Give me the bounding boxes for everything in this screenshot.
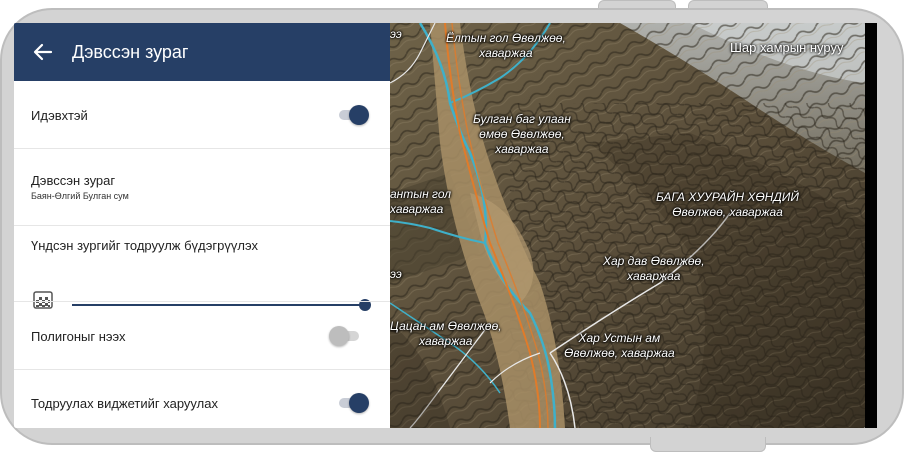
map-label-line: Ёлтын гол Өвөлжөө, xyxy=(446,31,566,45)
map-label[interactable]: Ёлтын гол Өвөлжөө, хаваржаа xyxy=(446,31,566,61)
map-label-line: хаваржаа xyxy=(419,334,473,348)
enabled-toggle[interactable] xyxy=(335,105,371,125)
setting-widget-label: Тодруулах виджетийг харуулах xyxy=(31,396,218,411)
satellite-map[interactable]: Шар хамрын нуруу Ёлтын гол Өвөлжөө, хава… xyxy=(390,23,865,428)
map-label-line: антын гол xyxy=(390,187,452,201)
map-label[interactable]: Булган баг улаан өмөө Өвөлжөө, хаваржаа xyxy=(473,112,571,157)
map-label-line: Хар дав Өвөлжөө, xyxy=(603,254,705,268)
map-label[interactable]: ээ xyxy=(390,27,402,42)
setting-layer[interactable]: Дэвссэн зураг Баян-Өлгий Булган сум xyxy=(14,149,390,226)
setting-polygons-label: Полигоныг нээх xyxy=(31,329,126,344)
widget-toggle[interactable] xyxy=(335,393,371,413)
ridge-label: Шар хамрын нуруу xyxy=(730,40,844,55)
app-bar: Дэвссэн зураг xyxy=(14,23,390,81)
setting-enabled-label: Идэвхтэй xyxy=(31,108,88,123)
map-label-line: хаваржаа xyxy=(495,142,549,156)
device-screen: Дэвссэн зураг Идэвхтэй Дэвссэн зураг Бая… xyxy=(14,23,865,428)
setting-enabled[interactable]: Идэвхтэй xyxy=(14,81,390,149)
arrow-left-icon[interactable] xyxy=(14,23,72,81)
map-label-line: өмөө Өвөлжөө, xyxy=(479,127,565,141)
map-label-line: Цацан ам Өвөлжөө, xyxy=(390,319,502,333)
map-label-line: хаваржаа xyxy=(390,202,444,216)
map-label[interactable]: Хар Устын ам Өвөлжөө, хаваржаа xyxy=(564,331,675,361)
side-button xyxy=(650,437,766,452)
map-label-line: ээ xyxy=(390,27,402,41)
page-title: Дэвссэн зураг xyxy=(72,41,189,62)
map-label-line: Хар Устын ам xyxy=(578,331,661,345)
overlay-settings-panel: Дэвссэн зураг Идэвхтэй Дэвссэн зураг Бая… xyxy=(14,23,390,428)
setting-polygons[interactable]: Полигоныг нээх xyxy=(14,302,390,370)
map-label[interactable]: Цацан ам Өвөлжөө, хаваржаа xyxy=(390,319,502,349)
polygons-toggle[interactable] xyxy=(329,326,365,346)
setting-layer-value: Баян-Өлгий Булган сум xyxy=(31,191,129,201)
map-label[interactable]: антын гол хаваржаа xyxy=(390,187,451,217)
setting-transparency: Үндсэн зургийг тодруулж бүдэгрүүлэх xyxy=(14,226,390,302)
map-label[interactable]: ээ xyxy=(390,267,402,282)
map-label-line: Өвөлжөө, хаваржаа xyxy=(564,346,675,360)
setting-widget[interactable]: Тодруулах виджетийг харуулах xyxy=(14,370,390,428)
screen-edge xyxy=(865,23,877,428)
map-label[interactable]: БАГА ХУУРАЙН ХӨНДИЙ Өвөлжөө, хаваржаа xyxy=(656,190,799,220)
terrain-image xyxy=(390,23,865,428)
map-label-line: хаваржаа xyxy=(479,46,533,60)
map-label-line: ээ xyxy=(390,267,402,281)
setting-layer-label: Дэвссэн зураг xyxy=(31,173,116,188)
map-label-line: хаваржаа xyxy=(627,269,681,283)
map-label-line: Өвөлжөө, хаваржаа xyxy=(672,205,783,219)
map-label-line: Булган баг улаан xyxy=(473,112,571,126)
map-label-line: БАГА ХУУРАЙН ХӨНДИЙ xyxy=(656,190,799,204)
setting-transparency-label: Үндсэн зургийг тодруулж бүдэгрүүлэх xyxy=(31,238,258,253)
map-label[interactable]: Хар дав Өвөлжөө, хаваржаа xyxy=(603,254,705,284)
